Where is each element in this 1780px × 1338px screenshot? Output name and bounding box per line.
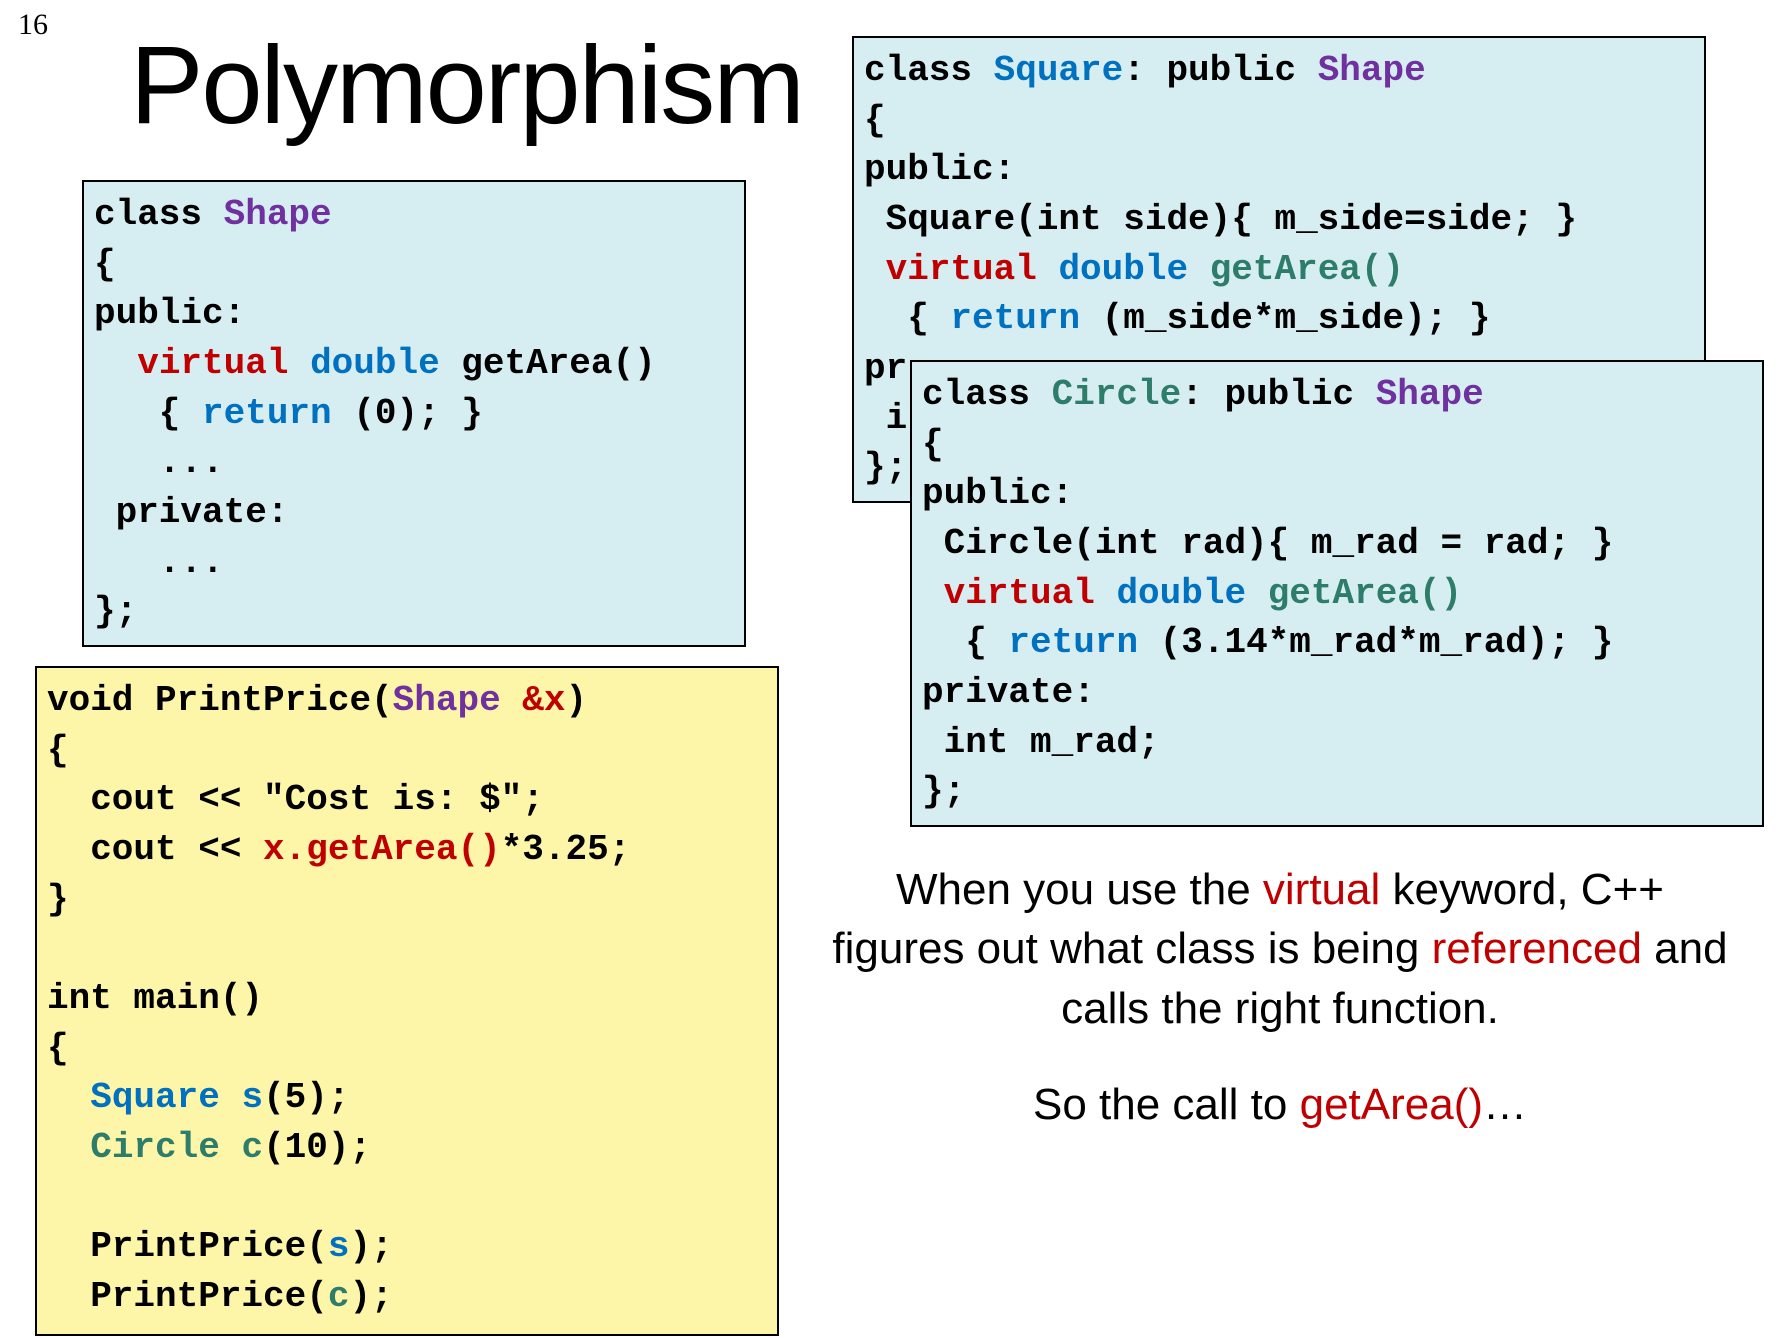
code-text: { xyxy=(47,730,69,771)
code-text: Square xyxy=(90,1077,220,1118)
code-text xyxy=(1188,249,1210,290)
code-text: ); xyxy=(349,1276,392,1317)
code-text: Circle(int rad){ m_rad = rad; } xyxy=(922,523,1613,564)
code-text: }; xyxy=(922,771,965,812)
code-text: { xyxy=(864,298,950,339)
code-text: x.getArea() xyxy=(263,829,501,870)
code-text: Circle xyxy=(90,1127,220,1168)
code-text xyxy=(47,1077,90,1118)
code-text: int main() xyxy=(47,978,263,1019)
code-text: pr xyxy=(864,348,907,389)
code-text: { xyxy=(922,622,1008,663)
code-text: double xyxy=(1116,573,1246,614)
code-box-main: void PrintPrice(Shape &x) { cout << "Cos… xyxy=(35,666,779,1336)
code-text: Square xyxy=(994,50,1124,91)
code-text xyxy=(94,343,137,384)
code-text: { xyxy=(94,244,116,285)
code-text: return xyxy=(950,298,1080,339)
slide-title: Polymorphism xyxy=(130,22,803,149)
code-text: { xyxy=(47,1028,69,1069)
code-text: class xyxy=(94,194,224,235)
code-text: return xyxy=(202,393,332,434)
code-text: Shape xyxy=(224,194,332,235)
code-text xyxy=(288,343,310,384)
code-text xyxy=(47,1127,90,1168)
code-text: (m_side*m_side); } xyxy=(1080,298,1490,339)
explain-span: When you use the xyxy=(896,865,1263,914)
code-text: Shape xyxy=(1318,50,1426,91)
code-text: cout << xyxy=(47,829,263,870)
code-text xyxy=(501,680,523,721)
code-text: virtual xyxy=(137,343,288,384)
code-text: public: xyxy=(922,473,1073,514)
code-text xyxy=(1095,573,1117,614)
page-number: 16 xyxy=(18,8,48,42)
explain-span: referenced xyxy=(1432,924,1642,973)
code-text: ... xyxy=(94,442,224,483)
code-text: Circle xyxy=(1052,374,1182,415)
code-text: virtual xyxy=(944,573,1095,614)
code-text: return xyxy=(1008,622,1138,663)
code-text: : public xyxy=(1123,50,1317,91)
code-box-circle: class Circle: public Shape { public: Cir… xyxy=(910,360,1764,827)
code-box-shape: class Shape { public: virtual double get… xyxy=(82,180,746,647)
code-text: *3.25; xyxy=(501,829,631,870)
code-text: }; xyxy=(94,591,137,632)
code-text: (10); xyxy=(263,1127,371,1168)
code-text: s xyxy=(328,1226,350,1267)
code-text: { xyxy=(864,100,886,141)
code-text xyxy=(864,249,886,290)
code-text xyxy=(922,573,944,614)
code-text: private: xyxy=(94,492,288,533)
explain-text-1: When you use the virtual keyword, C++ fi… xyxy=(830,860,1730,1038)
code-text: Shape xyxy=(393,680,501,721)
code-text: int m_rad; xyxy=(922,722,1160,763)
code-text: (0); } xyxy=(332,393,483,434)
code-text: PrintPrice( xyxy=(47,1226,328,1267)
code-text: ); xyxy=(349,1226,392,1267)
code-text xyxy=(1246,573,1268,614)
code-text: double xyxy=(310,343,440,384)
code-text: cout << "Cost is: $"; xyxy=(47,779,544,820)
code-text: void PrintPrice( xyxy=(47,680,393,721)
code-text: c xyxy=(328,1276,350,1317)
code-text: i xyxy=(864,398,907,439)
code-text: public: xyxy=(864,149,1015,190)
explain-span: … xyxy=(1483,1080,1527,1129)
code-text: double xyxy=(1058,249,1188,290)
code-text: c xyxy=(241,1127,263,1168)
code-text: virtual xyxy=(886,249,1037,290)
explain-span: So the call to xyxy=(1033,1080,1300,1129)
code-text: (3.14*m_rad*m_rad); } xyxy=(1138,622,1613,663)
code-text xyxy=(1037,249,1059,290)
code-text: getArea() xyxy=(1210,249,1404,290)
code-text: ) xyxy=(566,680,588,721)
code-text: : public xyxy=(1181,374,1375,415)
code-text: Shape xyxy=(1376,374,1484,415)
explain-span: virtual xyxy=(1263,865,1380,914)
code-text: } xyxy=(47,879,69,920)
code-text: }; xyxy=(864,447,907,488)
code-text: getArea() xyxy=(440,343,656,384)
code-text: PrintPrice( xyxy=(47,1276,328,1317)
code-text xyxy=(220,1127,242,1168)
code-text: class xyxy=(922,374,1052,415)
code-text: private: xyxy=(922,672,1095,713)
explain-text-2: So the call to getArea()… xyxy=(830,1075,1730,1134)
code-text xyxy=(220,1077,242,1118)
code-text: s xyxy=(241,1077,263,1118)
code-text: &x xyxy=(522,680,565,721)
code-text: { xyxy=(922,424,944,465)
code-text: (5); xyxy=(263,1077,349,1118)
code-text: getArea() xyxy=(1268,573,1462,614)
explain-span: getArea() xyxy=(1300,1080,1483,1129)
code-text: ... xyxy=(94,542,224,583)
code-text: { xyxy=(94,393,202,434)
code-text: class xyxy=(864,50,994,91)
code-text: public: xyxy=(94,293,245,334)
code-text: Square(int side){ m_side=side; } xyxy=(864,199,1577,240)
